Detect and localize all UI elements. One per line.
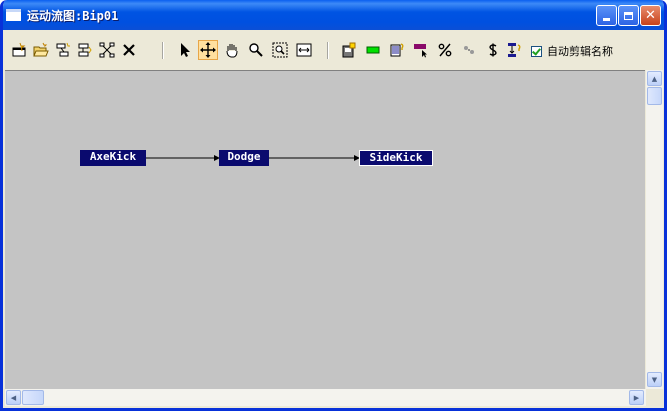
close-icon: ✕ — [645, 8, 656, 23]
scroll-left-button[interactable]: ◀ — [6, 390, 21, 405]
open-file-button[interactable] — [31, 40, 51, 60]
horizontal-scrollbar[interactable]: ◀ ▶ — [5, 389, 646, 406]
save-motion-button[interactable] — [339, 40, 359, 60]
scroll-right-icon: ▶ — [633, 393, 640, 402]
clip-node-axekick[interactable]: AxeKick — [80, 150, 146, 166]
optimize-transition-icon — [508, 43, 521, 57]
clip-node-sidekick[interactable]: SideKick — [359, 150, 433, 166]
auto-clip-names-label: 自动剪辑名称 — [547, 45, 613, 58]
select-arrow-icon — [181, 43, 190, 57]
clip-node-dodge[interactable]: Dodge — [219, 150, 269, 166]
checkbox-box[interactable] — [531, 45, 542, 57]
move-button[interactable] — [198, 40, 218, 60]
toolbar: 自动剪辑名称 — [3, 30, 664, 70]
scroll-right-button[interactable]: ▶ — [629, 390, 644, 405]
zoom-button[interactable] — [246, 40, 266, 60]
zoom-region-icon — [272, 42, 288, 58]
scroll-up-icon: ▲ — [651, 74, 658, 83]
save-motion-icon — [342, 42, 356, 58]
dollar-button[interactable] — [483, 40, 503, 60]
zoom-extents-button[interactable] — [294, 40, 314, 60]
move-icon — [200, 42, 216, 58]
motion-flow-window: 运动流图:Bip01 ✕ 自动剪辑名称 AxeKick Dodge SideKi… — [0, 0, 667, 411]
optimize-transition-button[interactable] — [505, 40, 525, 60]
delete-icon — [123, 44, 135, 56]
delete-button[interactable] — [119, 40, 139, 60]
random-button[interactable] — [459, 40, 479, 60]
clip-properties-icon — [390, 43, 404, 57]
graph-links — [145, 155, 360, 161]
maximize-button[interactable] — [618, 5, 639, 26]
zoom-region-button[interactable] — [270, 40, 290, 60]
minimize-button[interactable] — [596, 5, 617, 26]
pan-hand-icon — [226, 44, 238, 58]
scroll-down-icon: ▼ — [651, 375, 658, 384]
new-script-button[interactable] — [9, 40, 29, 60]
scroll-up-button[interactable]: ▲ — [647, 71, 662, 86]
window-title: 运动流图:Bip01 — [27, 9, 119, 23]
percent-icon — [438, 43, 452, 57]
show-graph-button[interactable] — [97, 40, 117, 60]
vertical-scroll-thumb[interactable] — [647, 87, 662, 105]
zoom-extents-icon — [296, 43, 312, 57]
add-clip-icon — [56, 42, 70, 57]
open-file-icon — [33, 42, 49, 57]
horizontal-scroll-thumb[interactable] — [22, 390, 44, 405]
select-arrow-button[interactable] — [175, 40, 195, 60]
toolbar-separator — [327, 42, 329, 59]
maximize-icon — [624, 11, 633, 20]
toolbar-separator — [162, 42, 164, 59]
dollar-icon — [489, 43, 497, 57]
add-transition-button[interactable] — [75, 40, 95, 60]
pick-clip-button[interactable] — [411, 40, 431, 60]
motion-flow-graph-canvas[interactable]: AxeKick Dodge SideKick — [5, 70, 645, 389]
add-transition-icon — [78, 43, 92, 57]
pick-clip-icon — [414, 44, 427, 58]
show-graph-icon — [99, 42, 115, 58]
percent-button[interactable] — [435, 40, 455, 60]
add-clip-button[interactable] — [53, 40, 73, 60]
new-script-icon — [12, 42, 26, 57]
pan-hand-button[interactable] — [222, 40, 242, 60]
green-clip-button[interactable] — [363, 40, 383, 60]
scroll-left-icon: ◀ — [10, 393, 17, 402]
auto-clip-names-checkbox[interactable]: 自动剪辑名称 — [531, 44, 613, 58]
minimize-icon — [603, 18, 610, 21]
random-icon — [464, 46, 474, 54]
clip-properties-button[interactable] — [387, 40, 407, 60]
scroll-down-button[interactable]: ▼ — [647, 372, 662, 387]
green-clip-icon — [366, 46, 380, 54]
close-button[interactable]: ✕ — [640, 5, 661, 26]
title-bar[interactable]: 运动流图:Bip01 ✕ — [3, 0, 664, 30]
zoom-icon — [249, 43, 263, 57]
vertical-scrollbar[interactable]: ▲ ▼ — [646, 70, 663, 389]
window-icon — [6, 9, 21, 21]
size-grip[interactable] — [646, 389, 663, 406]
